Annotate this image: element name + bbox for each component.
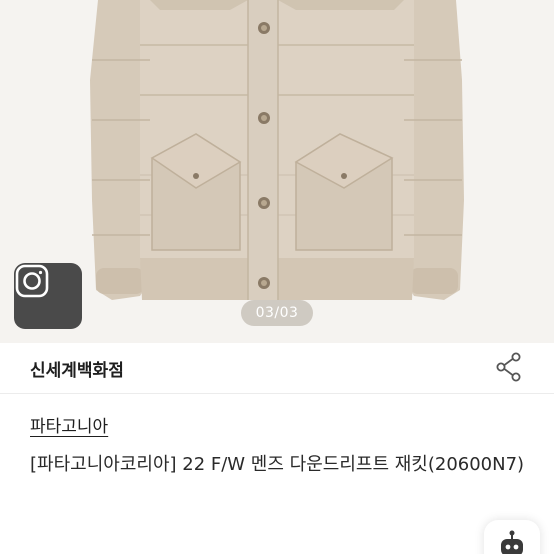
chatbot-button[interactable] (484, 520, 540, 554)
share-icon (496, 352, 521, 382)
product-detail-page: 03/03 신세계백화점 파타고니아 [파타고니아코리아] 22 F/W 멘즈 … (0, 0, 554, 554)
brand-link[interactable]: 파타고니아 (30, 412, 108, 437)
section-divider (0, 393, 554, 394)
camera-button[interactable] (14, 263, 82, 329)
product-title: [파타고니아코리아] 22 F/W 멘즈 다운드리프트 재킷(20600N7) (30, 454, 525, 475)
jacket-photo (0, 0, 554, 343)
image-page-indicator: 03/03 (241, 300, 313, 326)
camera-icon (15, 264, 49, 298)
share-button[interactable] (494, 351, 524, 383)
seller-name[interactable]: 신세계백화점 (30, 356, 124, 381)
seller-row: 신세계백화점 (0, 343, 554, 393)
product-image[interactable]: 03/03 (0, 0, 554, 343)
robot-icon (501, 530, 523, 554)
